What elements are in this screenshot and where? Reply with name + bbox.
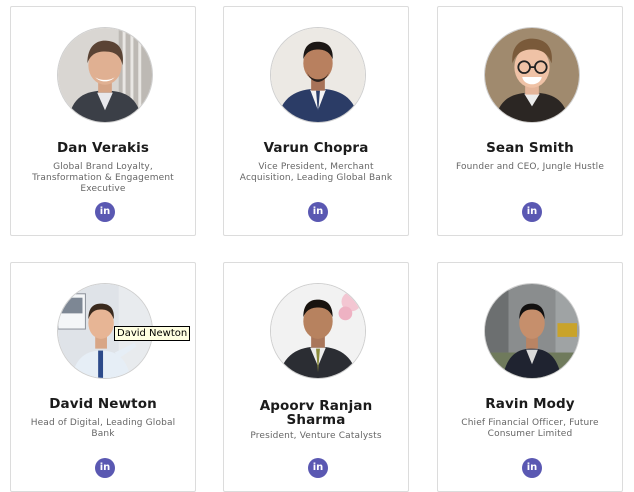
speaker-card: Ravin Mody Chief Financial Officer, Futu…	[437, 262, 623, 492]
speaker-card: Apoorv Ranjan Sharma President, Venture …	[223, 262, 409, 492]
speaker-photo-image	[271, 284, 365, 378]
linkedin-icon[interactable]: in	[522, 202, 542, 222]
speaker-photo[interactable]	[484, 27, 580, 123]
speaker-name: David Newton	[49, 396, 157, 412]
speaker-role: Global Brand Loyalty, Transformation & E…	[32, 162, 174, 194]
speaker-card: Varun Chopra Vice President, Merchant Ac…	[223, 6, 409, 236]
speaker-photo-image	[271, 28, 365, 122]
speaker-card: Sean Smith Founder and CEO, Jungle Hustl…	[437, 6, 623, 236]
speaker-photo[interactable]	[270, 27, 366, 123]
linkedin-icon[interactable]: in	[95, 202, 115, 222]
linkedin-icon[interactable]: in	[522, 458, 542, 478]
speaker-name: Ravin Mody	[485, 396, 575, 412]
speaker-card: Dan Verakis Global Brand Loyalty, Transf…	[10, 6, 196, 236]
speaker-photo[interactable]	[57, 27, 153, 123]
speaker-name: Apoorv Ranjan Sharma	[259, 398, 373, 428]
linkedin-icon[interactable]: in	[308, 202, 328, 222]
speaker-photo[interactable]	[270, 283, 366, 379]
speaker-photo-image	[485, 28, 579, 122]
linkedin-icon[interactable]: in	[308, 458, 328, 478]
speaker-photo[interactable]	[484, 283, 580, 379]
speaker-card: David Newton Head of Digital, Leading Gl…	[10, 262, 196, 492]
speaker-photo-image	[485, 284, 579, 378]
speaker-role: Head of Digital, Leading Global Bank	[30, 418, 176, 439]
linkedin-icon[interactable]: in	[95, 458, 115, 478]
speaker-role: Chief Financial Officer, Future Consumer…	[461, 418, 599, 439]
speaker-name: Sean Smith	[486, 140, 574, 156]
speaker-role: President, Venture Catalysts	[250, 431, 382, 441]
speaker-role: Vice President, Merchant Acquisition, Le…	[239, 162, 393, 183]
speaker-role: Founder and CEO, Jungle Hustle	[455, 162, 605, 172]
hover-tooltip: David Newton	[114, 326, 191, 341]
speaker-name: Dan Verakis	[56, 140, 149, 156]
speaker-name: Varun Chopra	[263, 140, 369, 156]
speaker-photo-image	[58, 28, 152, 122]
